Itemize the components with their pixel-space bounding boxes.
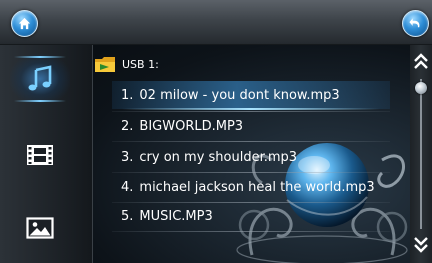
folder-icon [95,57,115,72]
folder-path-label: USB 1: [122,57,159,71]
media-player-screen: USB 1: 1. 02 milow - you dont know.mp3 2… [0,0,432,263]
sidebar-item-photo[interactable] [10,203,70,253]
file-browser: USB 1: 1. 02 milow - you dont know.mp3 2… [94,45,410,263]
back-button[interactable] [402,10,429,37]
file-name: MUSIC.MP3 [139,208,213,224]
file-number: 5. [121,208,134,224]
row-divider [112,231,390,232]
file-list-item[interactable]: 4. michael jackson heal the world.mp3 [112,173,390,201]
file-number: 1. [121,87,134,103]
file-name: cry on my shoulder.mp3 [139,149,298,165]
row-divider [112,141,390,142]
source-sidebar [0,45,93,263]
picture-icon [26,217,54,239]
file-list-item[interactable]: 1. 02 milow - you dont know.mp3 [112,81,390,110]
file-name: michael jackson heal the world.mp3 [139,179,375,195]
file-list-item[interactable]: 5. MUSIC.MP3 [112,202,390,230]
double-chevron-up-icon[interactable] [413,53,429,71]
file-list-item[interactable]: 3. cry on my shoulder.mp3 [112,143,390,171]
file-list-item[interactable]: 2. BIGWORLD.MP3 [112,112,390,140]
film-strip-icon [27,145,53,165]
sidebar-item-video[interactable] [10,130,70,180]
sidebar-item-music[interactable] [10,54,70,104]
home-button[interactable] [11,10,38,37]
file-number: 3. [121,149,134,165]
music-note-icon [28,65,52,91]
back-arrow-icon [409,18,420,28]
double-chevron-down-icon[interactable] [413,235,429,253]
scrollbar[interactable] [410,45,432,263]
file-number: 2. [121,118,134,134]
scroll-thumb[interactable] [415,82,427,94]
file-name: BIGWORLD.MP3 [139,118,244,134]
home-icon [18,17,31,30]
scroll-track[interactable] [420,79,422,229]
top-bar [0,0,432,45]
file-name: 02 milow - you dont know.mp3 [139,87,340,103]
file-number: 4. [121,179,134,195]
current-folder: USB 1: [94,53,159,75]
